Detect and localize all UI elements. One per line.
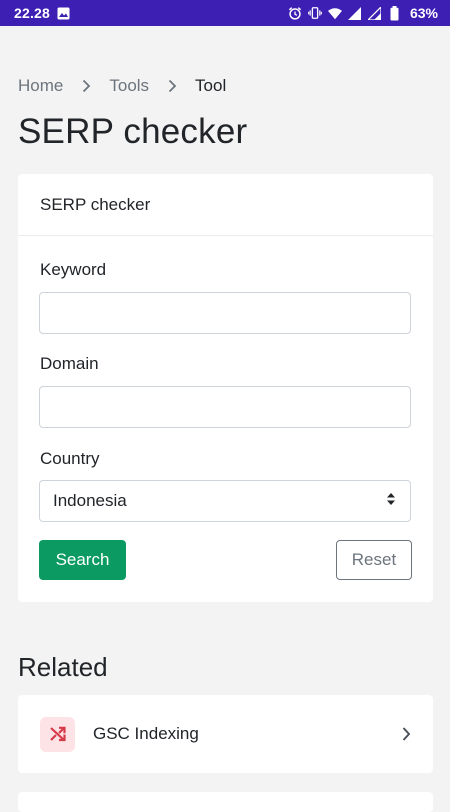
keyword-input[interactable]	[39, 292, 411, 334]
related-item-next[interactable]	[18, 792, 433, 812]
breadcrumb-current: Tool	[195, 76, 227, 95]
country-label: Country	[40, 449, 100, 468]
status-time: 22.28	[14, 5, 51, 21]
reset-button[interactable]: Reset	[336, 540, 412, 580]
chevron-right-icon	[401, 726, 411, 742]
breadcrumb: Home Tools Tool	[18, 76, 226, 96]
breadcrumb-home[interactable]: Home	[18, 76, 63, 96]
status-bar-right: 63%	[288, 5, 438, 21]
battery-icon	[388, 5, 402, 20]
country-select[interactable]: Indonesia	[39, 480, 411, 522]
signal-icon	[348, 6, 362, 20]
domain-input[interactable]	[39, 386, 411, 428]
related-item-gsc-indexing[interactable]: GSC Indexing	[18, 695, 433, 773]
page-title: SERP checker	[18, 112, 248, 151]
country-selected-value: Indonesia	[53, 491, 127, 510]
alarm-icon	[288, 6, 302, 20]
breadcrumb-tools[interactable]: Tools	[109, 76, 149, 96]
select-arrows-icon	[386, 491, 396, 511]
wifi-icon	[327, 6, 342, 20]
battery-percentage: 63%	[409, 5, 438, 21]
status-bar-left: 22.28	[14, 5, 70, 21]
serp-checker-card: SERP checker Keyword Domain Country Indo…	[18, 174, 433, 602]
keyword-label: Keyword	[40, 260, 107, 279]
signal-icon-2	[368, 6, 382, 20]
domain-label: Domain	[40, 354, 99, 373]
vibrate-icon	[308, 6, 322, 20]
chevron-right-icon	[149, 79, 195, 93]
image-notification-icon	[56, 6, 70, 20]
related-section-title: Related	[18, 652, 108, 682]
related-item-label: GSC Indexing	[93, 724, 199, 743]
card-header: SERP checker	[18, 174, 433, 236]
search-button[interactable]: Search	[39, 540, 126, 580]
chevron-right-icon	[63, 79, 109, 93]
shuffle-icon	[40, 716, 75, 752]
status-bar: 22.28 63%	[0, 0, 450, 26]
